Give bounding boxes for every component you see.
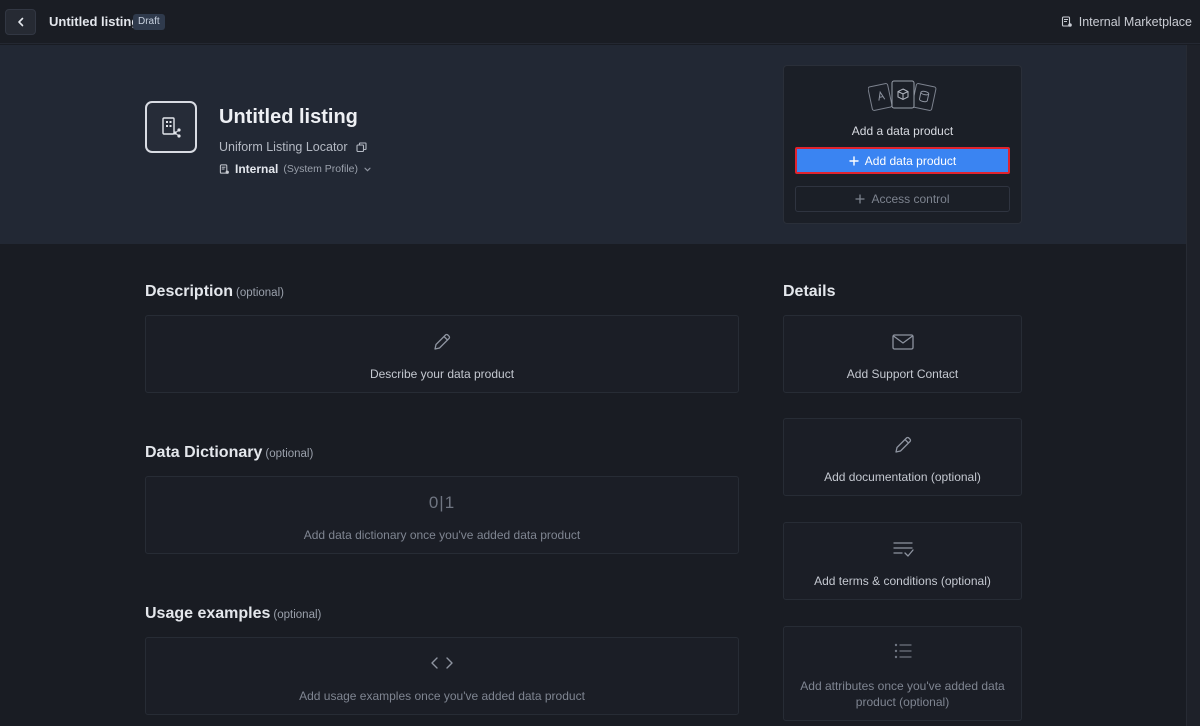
scrollbar[interactable]: [1186, 45, 1200, 726]
add-data-product-label: Add data product: [864, 153, 957, 168]
building-share-icon: [162, 117, 181, 138]
top-bar: Untitled listing Draft Internal Marketpl…: [0, 0, 1200, 44]
code-icon: [431, 657, 453, 669]
terms-check-icon: [892, 542, 914, 557]
listing-title[interactable]: Untitled listing: [219, 106, 358, 129]
add-data-product-button[interactable]: Add data product: [795, 147, 1010, 174]
usage-heading: Usage examples (optional): [145, 605, 321, 623]
dictionary-title: Data Dictionary: [145, 444, 263, 461]
listing-locator: Uniform Listing Locator: [219, 140, 367, 154]
description-title: Description: [145, 283, 234, 300]
data-product-cards-icon: [868, 80, 937, 111]
dictionary-optional: (optional): [265, 448, 314, 460]
access-control-label: Access control: [871, 192, 950, 206]
dictionary-heading: Data Dictionary (optional): [145, 444, 313, 462]
dictionary-box: 0|1 Add data dictionary once you've adde…: [145, 476, 739, 554]
listing-avatar: [145, 101, 197, 153]
usage-title: Usage examples: [145, 605, 271, 622]
usage-box: Add usage examples once you've added dat…: [145, 637, 739, 715]
profile-selector[interactable]: Internal (System Profile): [219, 162, 372, 176]
status-badge: Draft: [133, 14, 165, 30]
description-optional: (optional): [236, 287, 284, 299]
description-heading: Description (optional): [145, 283, 284, 301]
profile-sub: (System Profile): [283, 163, 359, 175]
profile-name: Internal: [235, 162, 279, 176]
pencil-icon: [434, 333, 451, 350]
pencil-icon: [894, 436, 911, 453]
support-contact-label: Add Support Contact: [846, 367, 959, 381]
marketplace-label: Internal Marketplace: [1078, 15, 1192, 29]
attributes-box: Add attributes once you've added data pr…: [783, 626, 1022, 721]
support-contact-box[interactable]: Add Support Contact: [783, 315, 1022, 393]
plus-icon: [855, 194, 866, 204]
marketplace-icon: [1061, 16, 1072, 27]
binary-icon: 0|1: [428, 493, 456, 512]
chevron-left-icon: [17, 17, 23, 27]
documentation-label: Add documentation (optional): [824, 470, 981, 484]
chevron-down-icon: [364, 167, 371, 171]
plus-icon: [849, 155, 859, 166]
list-icon: [894, 643, 912, 659]
details-heading: Details: [783, 283, 836, 300]
add-data-product-card: Add a data product Add data product Acce…: [783, 65, 1022, 224]
copy-icon[interactable]: [355, 141, 367, 153]
card-caption: Add a data product: [851, 124, 954, 138]
dictionary-prompt: Add data dictionary once you've added da…: [303, 528, 581, 542]
mail-icon: [891, 334, 914, 350]
profile-icon: [219, 163, 229, 174]
locator-label: Uniform Listing Locator: [219, 140, 348, 154]
back-button[interactable]: [5, 9, 36, 35]
attributes-label: Add attributes once you've added data pr…: [800, 679, 1005, 709]
description-prompt: Describe your data product: [369, 367, 515, 381]
access-control-button[interactable]: Access control: [795, 186, 1010, 212]
usage-prompt: Add usage examples once you've added dat…: [299, 689, 585, 703]
terms-label: Add terms & conditions (optional): [814, 574, 991, 588]
terms-box[interactable]: Add terms & conditions (optional): [783, 522, 1022, 600]
page-title: Untitled listing: [49, 14, 140, 29]
usage-optional: (optional): [273, 609, 322, 621]
marketplace-link[interactable]: Internal Marketplace: [1061, 15, 1192, 29]
description-box[interactable]: Describe your data product: [145, 315, 739, 393]
documentation-box[interactable]: Add documentation (optional): [783, 418, 1022, 496]
